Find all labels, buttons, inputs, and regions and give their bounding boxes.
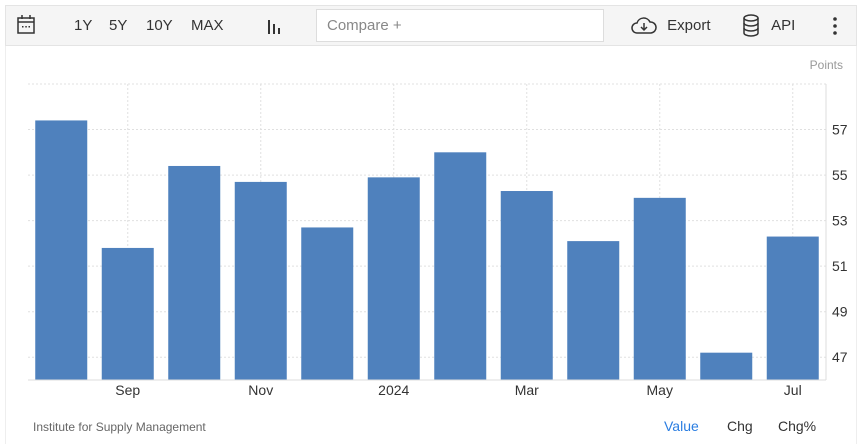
- tab-value[interactable]: Value: [664, 418, 699, 434]
- y-tick-label: 47: [832, 349, 848, 365]
- bar: Jul 2024: 52.3: [766, 236, 819, 380]
- tab-chg-pct[interactable]: Chg%: [778, 418, 816, 434]
- x-tick-label: 2024: [378, 382, 409, 398]
- y-tick-label: 49: [832, 304, 848, 320]
- y-tick-label: 53: [832, 213, 848, 229]
- bar: May 2024: 54: [633, 197, 686, 380]
- y-tick-label: 55: [832, 167, 848, 183]
- x-tick-label: Mar: [515, 382, 539, 398]
- bar: Nov 2023: 54.7: [234, 181, 287, 380]
- bar: Oct 2023: 55.4: [168, 165, 221, 380]
- bar: Apr 2024: 52.1: [567, 241, 620, 380]
- x-tick-label: Jul: [784, 382, 802, 398]
- bar-chart: Points Aug 2023: 57.4Sep 2023: 51.8 Oct 2…: [28, 58, 848, 398]
- unit-label: Points: [810, 58, 843, 72]
- bar: Sep 2023: 51.8: [101, 247, 154, 380]
- bar: Feb 2024: 56: [434, 152, 487, 380]
- bar: Jan 2024: 54.9: [367, 177, 420, 380]
- y-tick-label: 51: [832, 258, 848, 274]
- bar: Mar 2024: 54.3: [500, 191, 553, 380]
- x-tick-label: Nov: [248, 382, 273, 398]
- x-tick-label: Sep: [115, 382, 140, 398]
- bar: Aug 2023: 57.4: [35, 120, 88, 380]
- tab-chg[interactable]: Chg: [727, 418, 753, 434]
- bar: Jun 2024: 47.2: [700, 352, 753, 380]
- x-tick-label: May: [647, 382, 673, 398]
- y-tick-label: 57: [832, 122, 848, 138]
- bar: Dec 2023: 52.7: [301, 227, 354, 380]
- source-label: Institute for Supply Management: [33, 420, 206, 434]
